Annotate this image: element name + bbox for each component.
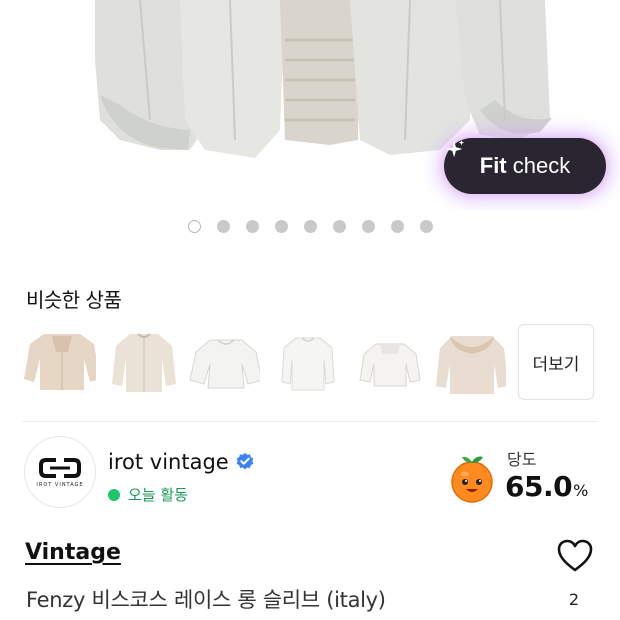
pagination-dot[interactable]	[217, 220, 230, 233]
pagination-dot[interactable]	[420, 220, 433, 233]
fit-check-label-bold: Fit	[479, 153, 507, 178]
heart-icon[interactable]	[556, 538, 594, 574]
similar-product-thumb[interactable]	[104, 324, 178, 398]
seller-logo-text: IROT VINTAGE	[36, 481, 84, 488]
seller-status-text: 오늘 활동	[128, 486, 188, 504]
more-button[interactable]: 더보기	[518, 324, 594, 400]
similar-product-thumb[interactable]	[350, 324, 424, 398]
pagination-dot[interactable]	[333, 220, 346, 233]
blouse-image	[281, 337, 335, 391]
verified-badge-icon	[236, 452, 254, 470]
sweetness-value-row: 65.0%	[505, 470, 588, 503]
pagination-dot[interactable]	[246, 220, 259, 233]
blouse-image	[436, 336, 506, 394]
seller-avatar[interactable]: IROT VINTAGE	[24, 436, 96, 508]
pagination-dot[interactable]	[362, 220, 375, 233]
image-pagination	[188, 220, 433, 233]
fit-check-label: check	[506, 153, 571, 178]
fit-check-button[interactable]: Fit check	[444, 138, 606, 194]
sweetness-value: 65.0	[505, 470, 573, 503]
seller-status: 오늘 활동	[108, 484, 188, 505]
similar-product-thumb[interactable]	[22, 324, 96, 398]
seller-logo	[39, 457, 81, 478]
sparkle-icon	[445, 139, 465, 158]
pagination-dot[interactable]	[391, 220, 404, 233]
pagination-dot-active[interactable]	[188, 220, 201, 233]
similar-product-thumb[interactable]	[268, 324, 342, 398]
pagination-dot[interactable]	[275, 220, 288, 233]
similar-product-thumb[interactable]	[432, 324, 506, 398]
product-image[interactable]: Fit check	[0, 0, 620, 210]
similar-product-thumb[interactable]	[186, 324, 260, 398]
blouse-image	[359, 343, 421, 387]
blouse-image	[24, 334, 96, 390]
orange-icon	[451, 456, 493, 503]
product-title: Fenzy 비스코스 레이스 롱 슬리브 (italy)	[26, 588, 386, 612]
online-status-icon	[108, 488, 120, 501]
divider	[22, 421, 598, 422]
blouse-image	[189, 339, 260, 389]
seller-name: irot vintage	[108, 450, 229, 474]
sweetness-unit: %	[573, 481, 588, 500]
like-count: 2	[568, 590, 580, 609]
sweetness-label: 당도	[507, 450, 537, 469]
similar-products-list	[22, 324, 506, 398]
similar-products-title: 비슷한 상품	[26, 288, 122, 312]
seller-name-row[interactable]: irot vintage	[108, 450, 255, 474]
blouse-image	[112, 333, 176, 392]
pagination-dot[interactable]	[304, 220, 317, 233]
product-category-link[interactable]: Vintage	[25, 540, 121, 565]
